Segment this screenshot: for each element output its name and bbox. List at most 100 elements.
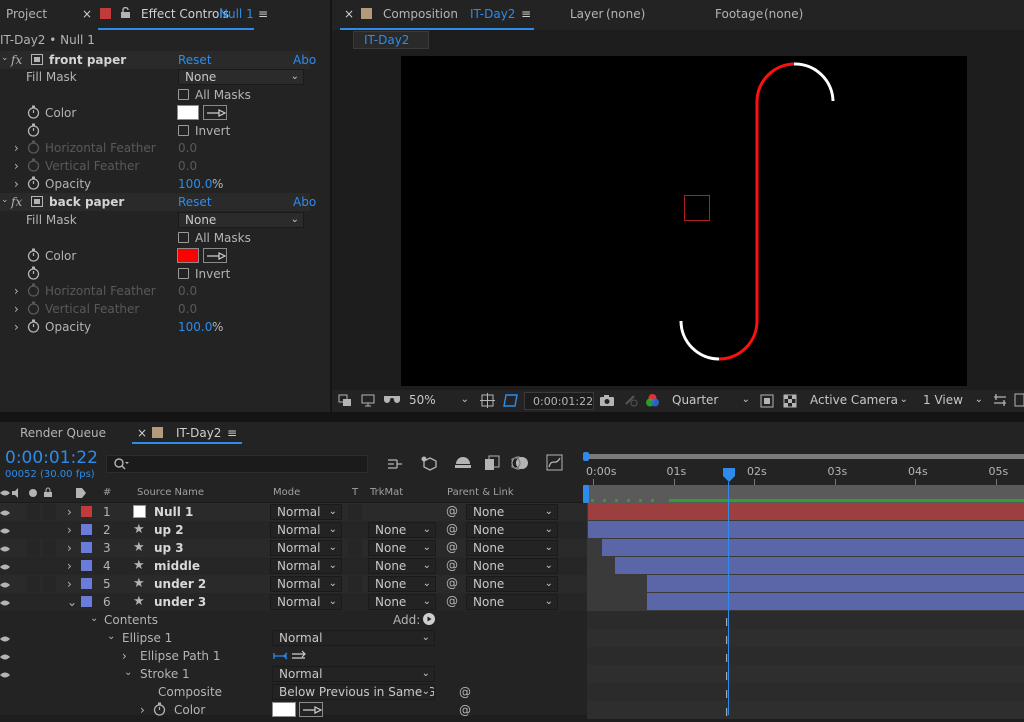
in-point-handle[interactable]	[583, 485, 589, 503]
invert-checkbox[interactable]	[178, 268, 189, 279]
layer-mode-dropdown[interactable]: Normal ⌄	[270, 594, 342, 610]
layer-label-color[interactable]	[81, 560, 92, 571]
parent-dropdown[interactable]: None ⌄	[466, 522, 558, 538]
layer-duration-bar[interactable]	[647, 593, 1024, 610]
about-link[interactable]: Abo	[293, 195, 316, 209]
tab-timeline-comp[interactable]: IT-Day2	[176, 426, 221, 440]
layer-mode-dropdown[interactable]: Normal ⌄	[270, 558, 342, 574]
all-masks-checkbox[interactable]	[178, 232, 189, 243]
stopwatch-icon[interactable]	[27, 248, 40, 265]
chevron-right-icon[interactable]: ›	[14, 284, 19, 298]
reset-link[interactable]: Reset	[178, 53, 212, 67]
trkmat-dropdown[interactable]: None ⌄	[368, 594, 436, 610]
reset-link[interactable]: Reset	[178, 195, 212, 209]
shy-layers-icon[interactable]	[454, 456, 472, 473]
eye-icon[interactable]	[0, 561, 10, 575]
column-mode[interactable]: Mode	[273, 487, 300, 498]
chevron-down-icon[interactable]: ⌄	[90, 613, 98, 624]
eye-icon[interactable]	[0, 633, 10, 647]
tab-layer[interactable]: Layer	[570, 7, 603, 21]
composition-name[interactable]: IT-Day2	[470, 7, 515, 21]
parent-dropdown[interactable]: None ⌄	[466, 504, 558, 520]
lock-toggle[interactable]	[43, 594, 56, 610]
layer-mode-dropdown[interactable]: Normal ⌄	[270, 576, 342, 592]
layer-label-color[interactable]	[81, 506, 92, 517]
zoom-dropdown[interactable]: 50% ⌄	[403, 393, 473, 409]
work-area-bar[interactable]	[583, 452, 1024, 461]
add-play-icon[interactable]	[423, 613, 435, 628]
solo-icon[interactable]	[29, 489, 37, 497]
fx-icon[interactable]: fx	[11, 53, 22, 67]
parent-pickwhip-icon[interactable]: @	[446, 522, 458, 536]
layer-duration-bar[interactable]	[647, 575, 1024, 592]
layer-row[interactable]: › 3 ★ up 3 Normal ⌄ None ⌄ @ None ⌄	[0, 539, 587, 557]
opacity-value[interactable]: 100.0	[178, 320, 212, 334]
eye-icon[interactable]	[0, 651, 10, 665]
layer-duration-bar[interactable]	[615, 557, 1024, 574]
solo-toggle[interactable]	[27, 522, 40, 538]
chevron-right-icon[interactable]: ›	[67, 505, 72, 519]
trkmat-dropdown[interactable]: None ⌄	[368, 576, 436, 592]
fx-icon[interactable]: fx	[11, 195, 22, 209]
panel-divider[interactable]	[330, 0, 332, 412]
chevron-down-icon[interactable]: ⌄	[1, 195, 9, 205]
chevron-right-icon[interactable]: ›	[14, 177, 19, 191]
layer-name[interactable]: middle	[154, 559, 200, 573]
resolution-dropdown[interactable]: Quarter ⌄	[666, 393, 754, 409]
chevron-down-icon[interactable]: ⌄	[124, 667, 132, 678]
opacity-value[interactable]: 100.0	[178, 177, 212, 191]
lock-toggle[interactable]	[43, 504, 56, 520]
toggle-pixel-icon[interactable]	[993, 393, 1007, 410]
eyedropper-icon[interactable]	[203, 105, 227, 120]
null-object-outline[interactable]	[684, 195, 710, 221]
composition-label[interactable]: Composition	[383, 7, 458, 21]
path-direction-icon[interactable]	[273, 650, 307, 665]
show-snapshot-icon[interactable]	[624, 394, 638, 410]
monitor-icon[interactable]	[361, 394, 375, 410]
always-preview-icon[interactable]	[338, 394, 352, 410]
layer-label-color[interactable]	[81, 578, 92, 589]
composition-mini-flowchart-icon[interactable]	[387, 457, 403, 474]
expression-pickwhip-icon[interactable]: @	[459, 685, 471, 699]
trkmat-dropdown[interactable]: None ⌄	[368, 540, 436, 556]
preserve-transparency-toggle[interactable]	[348, 576, 362, 592]
stopwatch-icon[interactable]	[27, 319, 40, 336]
eye-icon[interactable]	[0, 525, 10, 539]
close-icon[interactable]: ×	[137, 426, 147, 440]
preserve-transparency-toggle[interactable]	[348, 504, 362, 520]
panel-menu-icon[interactable]: ≡	[258, 7, 268, 21]
work-area-start-handle[interactable]	[583, 452, 589, 461]
chevron-right-icon[interactable]: ›	[67, 523, 72, 537]
fill-mask-dropdown[interactable]: None ⌄	[178, 212, 304, 228]
region-of-interest-icon[interactable]	[760, 394, 774, 411]
chevron-right-icon[interactable]: ›	[14, 302, 19, 316]
property-row-ellipse[interactable]: ⌄ Ellipse 1 Normal ⌄	[0, 629, 587, 647]
motion-blur-icon[interactable]	[509, 455, 529, 474]
camera-dropdown[interactable]: Active Camera ⌄	[804, 393, 912, 409]
property-row-composite[interactable]: Composite Below Previous in Same Gr ⌄ @	[0, 683, 587, 701]
layer-duration-bar[interactable]	[588, 521, 1024, 538]
chevron-right-icon[interactable]: ›	[14, 141, 19, 155]
layer-name[interactable]: Null 1	[154, 505, 193, 519]
column-trkmat[interactable]: TrkMat	[370, 487, 403, 498]
layer-row[interactable]: › 2 ★ up 2 Normal ⌄ None ⌄ @ None ⌄	[0, 521, 587, 539]
parent-dropdown[interactable]: None ⌄	[466, 594, 558, 610]
solo-toggle[interactable]	[27, 540, 40, 556]
stopwatch-icon[interactable]	[27, 123, 40, 140]
layer-label-color[interactable]	[81, 542, 92, 553]
column-source-name[interactable]: Source Name	[137, 487, 204, 498]
tab-project[interactable]: Project	[6, 7, 47, 21]
lock-icon[interactable]	[120, 6, 131, 22]
stroke-blend-mode-dropdown[interactable]: Normal ⌄	[272, 666, 435, 682]
audio-icon[interactable]	[12, 488, 22, 501]
chevron-right-icon[interactable]: ›	[14, 320, 19, 334]
composite-dropdown[interactable]: Below Previous in Same Gr ⌄	[272, 684, 435, 700]
fill-mask-dropdown[interactable]: None ⌄	[178, 69, 304, 85]
lock-toggle[interactable]	[43, 576, 56, 592]
eye-icon[interactable]	[0, 669, 10, 683]
stopwatch-icon[interactable]	[27, 266, 40, 283]
panel-divider[interactable]	[0, 412, 1024, 422]
property-row-ellipse-path[interactable]: › Ellipse Path 1	[0, 647, 587, 665]
color-swatch[interactable]	[177, 105, 199, 120]
chevron-down-icon[interactable]: ⌄	[67, 595, 77, 609]
